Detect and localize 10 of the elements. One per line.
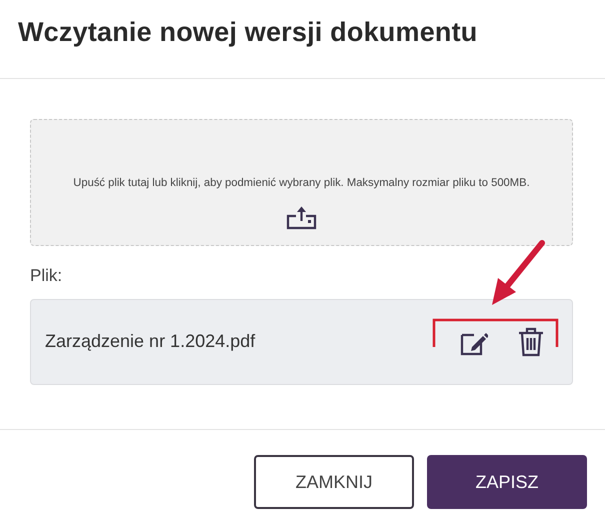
trash-icon[interactable] (518, 326, 544, 356)
save-button[interactable]: ZAPISZ (427, 455, 587, 509)
dropzone-text: Upuść plik tutaj lub kliknij, aby podmienić wybrany plik. Maksymalny rozmiar pliku to 500MB. (73, 176, 530, 191)
dialog-title: Wczytanie nowej wersji dokumentu (17, 16, 478, 49)
file-label: Plik: (30, 265, 64, 287)
file-name: Zarządzenie nr 1.2024.pdf (45, 330, 256, 353)
close-button[interactable]: ZAMKNIJ (254, 455, 414, 509)
upload-icon (286, 206, 317, 230)
annotation-arrow (492, 240, 545, 305)
upload-dropzone[interactable]: Upuść plik tutaj lub kliknij, aby podmienić wybrany plik. Maksymalny rozmiar pliku to 500MB. (30, 119, 573, 246)
